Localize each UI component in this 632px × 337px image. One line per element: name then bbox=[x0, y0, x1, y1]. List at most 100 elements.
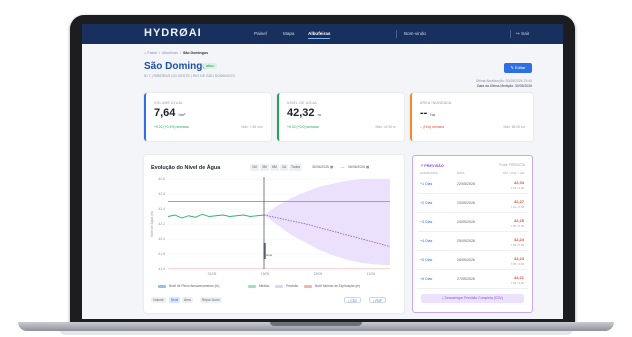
legend-item-npa[interactable]: Nível de Pleno Armazenamento (m) bbox=[158, 284, 219, 288]
kpi-max: Máx: 7,85 hm³ bbox=[241, 125, 263, 129]
edit-label: Editar bbox=[515, 65, 526, 70]
reset-zoom-button[interactable]: Repor Zoom bbox=[200, 297, 222, 303]
header-horizon: HORIZONTE bbox=[420, 171, 438, 175]
last-measurement: Data da Última Medição: 30/05/2026 bbox=[476, 84, 532, 88]
y-tick-label: 41,8 bbox=[158, 252, 165, 256]
legend-swatch bbox=[304, 284, 312, 288]
x-tick-label: 29/05 bbox=[314, 272, 323, 276]
top-navbar: HYDRØAI Painel Mapa Albufeiras Bom-vindo… bbox=[82, 24, 563, 44]
active-nav-underline bbox=[308, 38, 330, 39]
kpi-unit: m bbox=[317, 112, 321, 117]
measured-series-line bbox=[167, 213, 265, 219]
forecast-date: 27/05/2026 bbox=[457, 277, 475, 281]
csv-label: CSV bbox=[350, 299, 357, 303]
forecast-level: 42,23 bbox=[513, 256, 524, 261]
forecast-date: 26/05/2026 bbox=[457, 258, 475, 262]
header-values: NÍV. / VOL. / ÁR. bbox=[502, 171, 525, 175]
edit-button[interactable]: ✎ Editar bbox=[504, 63, 532, 73]
toggle-area[interactable]: Área bbox=[182, 297, 193, 303]
forecast-level: 42,25 bbox=[513, 218, 524, 223]
legend-label: Nível de Pleno Armazenamento (m) bbox=[168, 284, 220, 288]
y-tick-label: 42,2 bbox=[158, 222, 165, 226]
breadcrumb-home[interactable]: Painel bbox=[147, 51, 157, 55]
forecast-horizon: +6 Dias bbox=[420, 277, 433, 281]
forecast-volume-area: 7,58 / 0,00 bbox=[510, 262, 524, 266]
nav-item-painel[interactable]: Painel bbox=[254, 31, 267, 36]
user-greeting: Bom-vindo bbox=[404, 31, 426, 36]
download-forecast-button[interactable]: ⤓ Descarregar Previsão Completa (CSV) bbox=[421, 294, 524, 303]
kpi-card-volume: VOLUME ATUAL 7,64 hm³ +0.02 (+0.3%) sema… bbox=[144, 93, 271, 141]
export-pdf-button[interactable]: ⤓ PDF bbox=[369, 297, 386, 303]
forecast-date: 23/05/2026 bbox=[457, 201, 475, 205]
forecast-level: 42,33 bbox=[513, 180, 524, 185]
forecast-horizon: +5 Dias bbox=[420, 258, 433, 262]
app-logo[interactable]: HYDRØAI bbox=[144, 27, 202, 39]
kpi-max: Máx: 42,50 m bbox=[375, 125, 396, 129]
x-tick-label: 12/06 bbox=[367, 272, 376, 276]
screen: HYDRØAI Painel Mapa Albufeiras Bom-vindo… bbox=[82, 24, 563, 319]
water-level-chart[interactable]: 42,8 42,6 42,4 42,2 42,0 41,8 41,6 Nível de Águ… bbox=[144, 155, 404, 313]
legend-item-min[interactable]: Nivel Mínimo de Exploração (m) bbox=[304, 284, 360, 288]
y-tick-label: 42,0 bbox=[158, 237, 165, 241]
today-label: Hoje bbox=[266, 253, 273, 257]
forecast-source: Fonte: PREDICTA bbox=[499, 163, 525, 167]
forecast-volume-area: 7,61 / 0,00 bbox=[510, 205, 524, 209]
nav-item-albufeiras[interactable]: Albufeiras bbox=[308, 31, 330, 36]
forecast-title-text: PREVISÃO bbox=[424, 164, 444, 168]
legend-item-measured[interactable]: Medido bbox=[248, 284, 269, 288]
kpi-delta: +0.02 (+0.3%) semana bbox=[154, 125, 189, 129]
forecast-title: ↗ PREVISÃO bbox=[420, 163, 444, 168]
legend-item-forecast[interactable]: Previsão bbox=[275, 284, 298, 288]
kpi-value: 42,32 m bbox=[287, 107, 321, 119]
laptop-shadow bbox=[60, 331, 572, 335]
logout-link[interactable]: ↪ Sair bbox=[516, 31, 529, 37]
logout-label: Sair bbox=[521, 31, 530, 36]
legend-label: Previsão bbox=[285, 284, 299, 288]
breadcrumb-section[interactable]: Albufeiras bbox=[162, 51, 178, 55]
forecast-horizon: +4 Dias bbox=[420, 239, 433, 243]
kpi-card-area: ÁREA INUNDADA -- ha -- (N/A) semana Máx:… bbox=[410, 93, 533, 141]
pdf-label: PDF bbox=[375, 299, 382, 303]
kpi-number: 42,32 bbox=[287, 107, 315, 119]
nav-item-mapa[interactable]: Mapa bbox=[283, 31, 295, 36]
export-csv-button[interactable]: ⤓ CSV bbox=[344, 297, 361, 303]
kpi-unit: ha bbox=[430, 112, 435, 117]
x-tick-label: 01/05 bbox=[208, 272, 217, 276]
y-axis-label: Nível de Água (m) bbox=[150, 211, 154, 237]
legend-swatch bbox=[275, 284, 283, 288]
kpi-value: 7,64 hm³ bbox=[154, 107, 185, 119]
nav-divider bbox=[396, 30, 397, 38]
toggle-volume[interactable]: Volume bbox=[151, 297, 166, 303]
kpi-label: NÍVEL DE ÁGUA bbox=[287, 101, 317, 105]
download-icon: ⤓ bbox=[442, 296, 444, 300]
forecast-panel: ↗ PREVISÃO Fonte: PREDICTA HORIZONTE DAT… bbox=[412, 155, 533, 313]
y-tick-label: 41,6 bbox=[158, 267, 165, 271]
x-tick-label: 15/05 bbox=[261, 272, 270, 276]
chart-icon: ↗ bbox=[420, 164, 424, 168]
forecast-date: 25/05/2026 bbox=[457, 239, 475, 243]
y-tick-label: 42,8 bbox=[158, 177, 165, 181]
forecast-horizon: +2 Dias bbox=[420, 201, 433, 205]
kpi-label: VOLUME ATUAL bbox=[154, 101, 184, 105]
toggle-level[interactable]: Nível bbox=[169, 297, 181, 303]
forecast-date: 22/05/2026 bbox=[457, 182, 475, 186]
header-date: DATA bbox=[457, 171, 465, 175]
logo-text: HYDRØAI bbox=[144, 27, 202, 39]
forecast-level: 42,27 bbox=[513, 199, 524, 204]
forecast-volume-area: 7,60 / 0,00 bbox=[510, 224, 524, 228]
kpi-number: -- bbox=[420, 107, 428, 119]
kpi-value: -- ha bbox=[420, 107, 435, 119]
kpi-label: ÁREA INUNDADA bbox=[420, 101, 452, 105]
breadcrumb-current: São Domingos bbox=[182, 51, 209, 55]
forecast-row: +4 Dias 25/05/2026 42,24 7,59 / 0,00 bbox=[417, 234, 528, 251]
forecast-band bbox=[264, 179, 390, 266]
forecast-row: +3 Dias 24/05/2026 42,25 7,60 / 0,00 bbox=[417, 215, 528, 232]
pencil-icon: ✎ bbox=[510, 65, 514, 70]
forecast-horizon: +1 Dias bbox=[420, 182, 433, 186]
y-tick-label: 42,6 bbox=[158, 192, 165, 196]
forecast-level: 42,24 bbox=[513, 237, 524, 242]
status-badge: ativo bbox=[203, 63, 217, 69]
page-subtitle: ID 7 | RIBEIRAS DO OESTE | RIO DE SÃO DO… bbox=[144, 74, 235, 78]
last-update: Última Atualização: 30/05/2026 23:45 bbox=[475, 79, 532, 83]
forecast-level: 42,21 bbox=[513, 275, 524, 280]
